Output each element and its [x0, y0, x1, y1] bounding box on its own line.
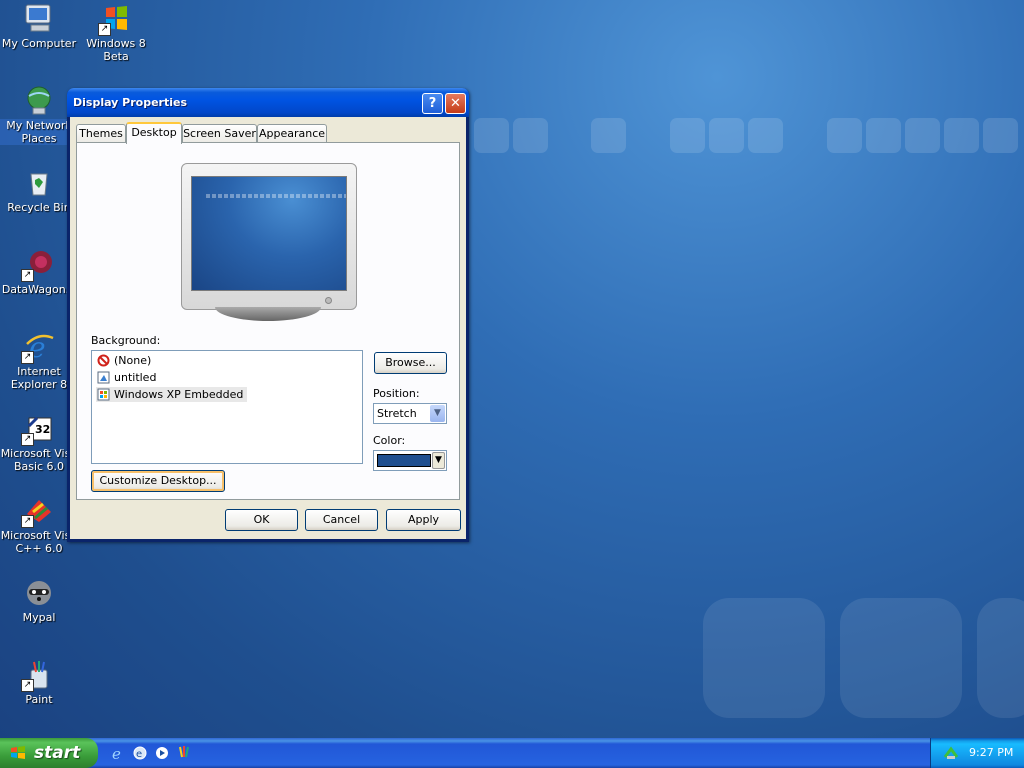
customize-desktop-button[interactable]: Customize Desktop... [91, 470, 225, 492]
wallpaper-tile [905, 118, 940, 153]
start-button[interactable]: start [0, 738, 98, 768]
wallpaper-tile [709, 118, 744, 153]
apply-button[interactable]: Apply [386, 509, 461, 531]
list-item[interactable]: Windows XP Embedded [96, 387, 248, 402]
media-player-icon[interactable] [154, 745, 170, 761]
list-item[interactable]: untitled [96, 370, 160, 385]
network-globe-icon [23, 84, 55, 116]
wallpaper-tile [670, 118, 705, 153]
windows-flag-icon [10, 746, 26, 760]
chevron-down-icon[interactable]: ▼ [432, 452, 445, 469]
paint-icon[interactable] [176, 745, 192, 761]
svg-text:e: e [136, 749, 142, 760]
none-icon [97, 354, 110, 367]
outlook-express-icon[interactable]: e [132, 745, 148, 761]
windows-flag-icon: ↗ [98, 2, 132, 36]
safely-remove-hardware-icon[interactable] [943, 745, 959, 761]
wallpaper-tile [840, 598, 962, 718]
raccoon-icon [23, 576, 55, 608]
tab-screen-saver[interactable]: Screen Saver [182, 124, 257, 142]
computer-icon [23, 2, 55, 34]
title-bar[interactable]: Display Properties ? ✕ [67, 88, 469, 117]
wallpaper-tile [944, 118, 979, 153]
list-item-label: untitled [114, 371, 157, 384]
visual-cpp-icon: ↗ [21, 494, 55, 528]
desktop-tab-panel: Background: (None) untitled Windows XP E… [76, 142, 460, 500]
wallpaper-tile [827, 118, 862, 153]
shortcut-arrow-icon: ↗ [21, 679, 34, 692]
list-item-label: (None) [114, 354, 152, 367]
color-label: Color: [373, 434, 406, 447]
taskbar: start e e 9:27 PM [0, 738, 1024, 768]
svg-text:32: 32 [35, 423, 50, 436]
position-select[interactable]: Stretch ▼ [373, 403, 447, 424]
power-light-icon [325, 297, 332, 304]
wallpaper-tile [977, 598, 1024, 718]
svg-text:e: e [112, 745, 121, 761]
monitor-stand [215, 307, 321, 321]
chevron-down-icon[interactable]: ▼ [430, 405, 445, 422]
wallpaper-tile [703, 598, 825, 718]
desktop-icon-label: My Computer [1, 37, 77, 50]
datawagon-icon: ↗ [21, 248, 55, 282]
monitor-preview [181, 163, 357, 321]
bitmap-file-icon [97, 388, 110, 401]
wallpaper-tile [591, 118, 626, 153]
internet-explorer-icon: e ↗ [21, 330, 55, 364]
start-label: start [34, 743, 81, 763]
browse-button[interactable]: Browse... [374, 352, 447, 374]
wallpaper-tile [983, 118, 1018, 153]
shortcut-arrow-icon: ↗ [21, 351, 34, 364]
help-button[interactable]: ? [422, 93, 443, 114]
tab-themes[interactable]: Themes [76, 124, 126, 142]
wallpaper-tile [866, 118, 901, 153]
wallpaper-tile [474, 118, 509, 153]
desktop-icon-paint[interactable]: ↗ Paint [0, 658, 78, 706]
list-item-label: Windows XP Embedded [114, 388, 244, 401]
ok-button[interactable]: OK [225, 509, 298, 531]
background-label: Background: [91, 334, 161, 347]
shortcut-arrow-icon: ↗ [98, 23, 111, 36]
image-file-icon [97, 371, 110, 384]
tab-appearance[interactable]: Appearance [257, 124, 327, 142]
monitor-frame [181, 163, 357, 310]
desktop-icon-my-computer[interactable]: My Computer [0, 2, 78, 50]
list-item[interactable]: (None) [96, 353, 155, 368]
window-title: Display Properties [73, 96, 188, 109]
desktop-icon-label: Windows 8 Beta [86, 37, 146, 63]
tab-desktop[interactable]: Desktop [126, 122, 182, 144]
dialog-client-area: Themes Desktop Screen Saver Appearance B… [70, 117, 466, 539]
wallpaper-tile [513, 118, 548, 153]
desktop-icon-label: Paint [25, 693, 53, 706]
paint-icon: ↗ [21, 658, 55, 692]
shortcut-arrow-icon: ↗ [21, 269, 34, 282]
desktop-icon-mypal[interactable]: Mypal [0, 576, 78, 624]
desktop-icon-windows-8-beta[interactable]: ↗ Windows 8 Beta [77, 2, 155, 63]
display-properties-window: Display Properties ? ✕ Themes Desktop Sc… [67, 88, 469, 542]
color-swatch [377, 454, 431, 467]
desktop-icon-label: Mypal [22, 611, 56, 624]
cancel-button[interactable]: Cancel [305, 509, 378, 531]
color-picker[interactable]: ▼ [373, 450, 447, 471]
monitor-screen-preview [191, 176, 347, 291]
recycle-bin-icon [23, 166, 55, 198]
background-listbox[interactable]: (None) untitled Windows XP Embedded [91, 350, 363, 464]
close-button[interactable]: ✕ [445, 93, 466, 114]
shortcut-arrow-icon: ↗ [21, 515, 34, 528]
wallpaper-tile [748, 118, 783, 153]
visual-basic-icon: 32 ↗ [21, 412, 55, 446]
position-value: Stretch [377, 407, 417, 420]
internet-explorer-icon[interactable]: e [110, 745, 126, 763]
clock[interactable]: 9:27 PM [969, 746, 1013, 759]
system-tray: 9:27 PM [930, 738, 1024, 768]
shortcut-arrow-icon: ↗ [21, 433, 34, 446]
position-label: Position: [373, 387, 420, 400]
